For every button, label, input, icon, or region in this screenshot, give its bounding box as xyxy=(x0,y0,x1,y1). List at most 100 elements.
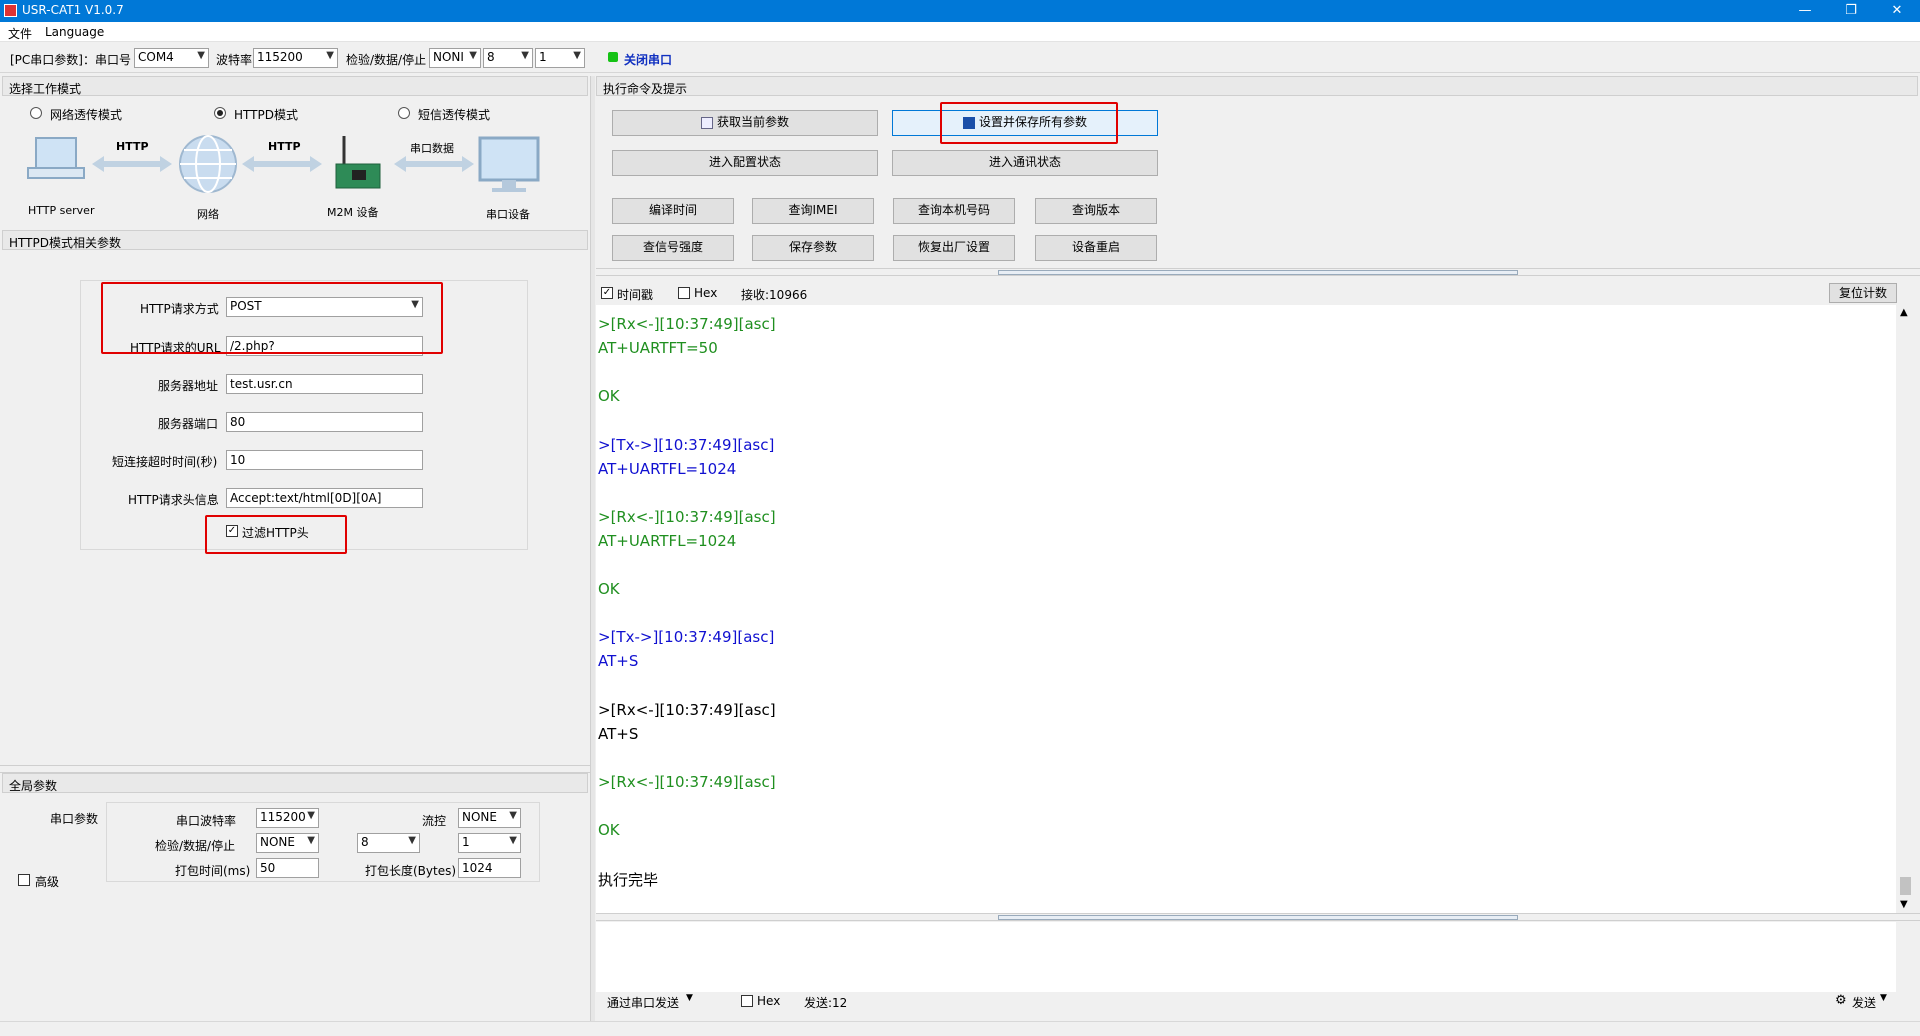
work-mode-panel: 网络透传模式 HTTPD模式 短信透传模式 HTTP HTTP 串口数据 HTT… xyxy=(2,96,588,226)
factory-reset-button[interactable]: 恢复出厂设置 xyxy=(893,235,1015,261)
scroll-up-icon[interactable]: ▲ xyxy=(1900,307,1908,318)
console-line: >[Rx<-][10:37:49][asc] xyxy=(598,315,776,333)
serial-params-label: 串口参数 xyxy=(50,812,99,826)
send-hex-label: Hex xyxy=(757,994,781,1008)
console-line: AT+S xyxy=(598,724,639,743)
device-restart-button[interactable]: 设备重启 xyxy=(1035,235,1157,261)
databits-select[interactable]: 8 ▼ xyxy=(483,48,533,68)
radio-sms-label: 短信透传模式 xyxy=(418,108,491,122)
global-baud-select[interactable]: 115200 ▼ xyxy=(256,808,319,828)
stopbits-select[interactable]: 1 ▼ xyxy=(535,48,585,68)
left-splitter[interactable] xyxy=(0,765,590,773)
menu-language[interactable]: Language xyxy=(45,25,104,39)
console-line: >[Rx<-][10:37:49][asc] xyxy=(598,700,776,719)
get-params-button[interactable]: 获取当前参数 xyxy=(612,110,878,136)
radio-sms-mode[interactable] xyxy=(398,107,410,119)
console-line: OK xyxy=(598,387,620,406)
flow-label: 流控 xyxy=(422,814,447,828)
pack-time-input[interactable]: 50 xyxy=(256,858,319,878)
node-label-network: 网络 xyxy=(197,208,219,221)
work-mode-header: 选择工作模式 xyxy=(2,76,588,96)
recv-hex-checkbox[interactable] xyxy=(678,287,690,299)
receive-console[interactable]: >[Rx<-][10:37:49][asc] AT+UARTFT=50 OK >[Tx… xyxy=(596,305,1896,913)
minimize-button[interactable]: — xyxy=(1782,0,1828,22)
query-number-button[interactable]: 查询本机号码 xyxy=(893,198,1015,224)
console-line: >[Tx->][10:37:49][asc] xyxy=(598,628,775,647)
flow-select[interactable]: NONE ▼ xyxy=(458,808,521,828)
search-doc-icon xyxy=(700,116,713,129)
console-scrollbar[interactable]: ▲ ▼ xyxy=(1897,305,1914,913)
radio-httpd-mode[interactable] xyxy=(214,107,226,119)
chevron-down-icon: ▼ xyxy=(469,50,477,61)
timeout-input[interactable]: 10 xyxy=(226,450,423,470)
signal-strength-button[interactable]: 查信号强度 xyxy=(612,235,734,261)
chevron-down-icon: ▼ xyxy=(509,810,517,821)
baud-select[interactable]: 115200 ▼ xyxy=(253,48,338,68)
close-window-button[interactable]: ✕ xyxy=(1874,0,1920,22)
advanced-checkbox[interactable] xyxy=(18,874,30,886)
recv-count: 接收:10966 xyxy=(741,288,808,302)
query-version-button[interactable]: 查询版本 xyxy=(1035,198,1157,224)
chevron-down-icon: ▼ xyxy=(408,835,416,846)
console-line: >[Tx->][10:37:49][asc] xyxy=(598,435,775,454)
server-input[interactable]: test.usr.cn xyxy=(226,374,423,394)
header-info-input[interactable]: Accept:text/html[0D][0A] xyxy=(226,488,423,508)
port-input[interactable]: 80 xyxy=(226,412,423,432)
m2m-device-icon xyxy=(335,136,381,189)
send-caret-icon: ▼ xyxy=(1880,993,1887,1003)
lower-splitter[interactable] xyxy=(596,913,1920,921)
recv-hex-label: Hex xyxy=(694,286,718,300)
sent-count: 发送:12 xyxy=(804,996,848,1010)
console-line: AT+UARTFT=50 xyxy=(598,339,718,358)
header-info-label: HTTP请求头信息 xyxy=(128,493,219,507)
menu-bar: 文件 Language xyxy=(0,22,1920,42)
send-hex-checkbox[interactable] xyxy=(741,995,753,1007)
node-label-http-server: HTTP server xyxy=(28,204,95,217)
console-line: >[Rx<-][10:37:49][asc] xyxy=(598,772,776,791)
highlight-box-method-url xyxy=(101,282,443,354)
baud-label: 波特率 xyxy=(216,53,253,67)
console-line: AT+UARTFL=1024 xyxy=(598,531,737,550)
send-via-dropdown[interactable]: 通过串口发送 xyxy=(607,994,679,1011)
query-imei-button[interactable]: 查询IMEI xyxy=(752,198,874,224)
advanced-label: 高级 xyxy=(35,875,60,889)
compile-time-button[interactable]: 编译时间 xyxy=(612,198,734,224)
vertical-splitter[interactable] xyxy=(590,76,595,1021)
enter-comm-button[interactable]: 进入通讯状态 xyxy=(892,150,1158,176)
reset-count-button[interactable]: 复位计数 xyxy=(1829,283,1897,303)
pack-len-input[interactable]: 1024 xyxy=(458,858,521,878)
arrow-label-serial: 串口数据 xyxy=(410,142,454,155)
restore-button[interactable]: ❐ xyxy=(1828,0,1874,22)
close-port-button[interactable]: 关闭串口 xyxy=(624,51,672,68)
radio-network-mode[interactable] xyxy=(30,107,42,119)
menu-file[interactable]: 文件 xyxy=(8,25,32,42)
chevron-down-icon: ▼ xyxy=(197,50,205,61)
send-input-area[interactable] xyxy=(596,922,1896,992)
global-parity-select[interactable]: NONE ▼ xyxy=(256,833,319,853)
scroll-down-icon[interactable]: ▼ xyxy=(1900,899,1908,910)
laptop-icon xyxy=(27,137,85,179)
port-select[interactable]: COM4 ▼ xyxy=(134,48,209,68)
radio-network-label: 网络透传模式 xyxy=(50,108,123,122)
global-stopbits-select[interactable]: 1 ▼ xyxy=(458,833,521,853)
chevron-down-icon: ▼ xyxy=(326,50,334,61)
commands-header: 执行命令及提示 xyxy=(596,76,1918,96)
enter-config-button[interactable]: 进入配置状态 xyxy=(612,150,878,176)
radio-httpd-label: HTTPD模式 xyxy=(234,108,298,122)
send-via-caret-icon: ▼ xyxy=(686,993,693,1003)
upper-splitter[interactable] xyxy=(596,268,1920,276)
arrow-label-http-2: HTTP xyxy=(268,140,301,153)
highlight-box-filter xyxy=(205,515,347,554)
window-title: USR-CAT1 V1.0.7 xyxy=(22,3,124,17)
httpd-params-header: HTTPD模式相关参数 xyxy=(2,230,588,250)
timestamp-checkbox[interactable]: ✓ xyxy=(601,287,613,299)
send-button[interactable]: 发送 xyxy=(1852,994,1876,1011)
global-databits-select[interactable]: 8 ▼ xyxy=(357,833,420,853)
scroll-thumb[interactable] xyxy=(1900,877,1911,895)
send-gear-icon: ⚙ xyxy=(1835,993,1847,1008)
timestamp-label: 时间戳 xyxy=(617,288,654,302)
save-params-button[interactable]: 保存参数 xyxy=(752,235,874,261)
parity-select[interactable]: NONI ▼ xyxy=(429,48,481,68)
console-line: >[Rx<-][10:37:49][asc] xyxy=(598,507,776,526)
pack-time-label: 打包时间(ms) xyxy=(175,864,251,878)
